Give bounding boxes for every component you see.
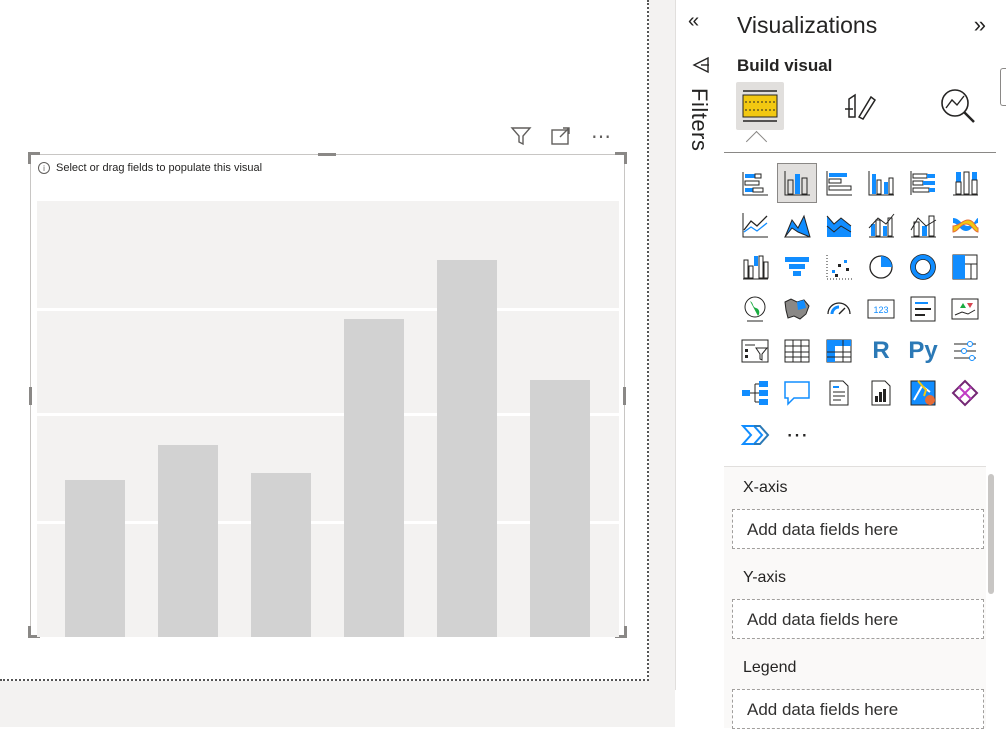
slicer-icon[interactable] [736,332,774,370]
table-icon[interactable] [778,332,816,370]
resize-handle-bl-v[interactable] [28,626,31,638]
card-label: 123 [873,305,888,315]
placeholder-bar [251,473,311,637]
field-wells: X-axis Add data fields here Y-axis Add d… [724,466,986,729]
filters-label: Filters [687,88,712,152]
azure-map-icon[interactable] [904,374,942,412]
filter-icon [692,56,710,79]
placeholder-bar [344,319,404,637]
placeholder-bar [158,445,218,637]
visualizations-title: Visualizations [737,12,878,38]
report-canvas-area: ⋯ i Select or drag fields to populate th… [0,0,675,727]
legend-label: Legend [743,659,797,676]
resize-handle-left[interactable] [29,387,32,405]
tab-pointer [745,130,768,153]
more-options-icon[interactable]: ⋯ [588,124,614,148]
resize-handle-br-v[interactable] [624,626,627,638]
matrix-icon[interactable] [820,332,858,370]
build-visual-label: Build visual [737,56,833,75]
paginated-report-icon[interactable] [862,374,900,412]
resize-handle-top[interactable] [318,153,336,156]
y-axis-label: Y-axis [743,569,786,586]
visual-types-grid: 123 R Py ⋯ [736,163,994,458]
pie-chart-icon[interactable] [862,248,900,286]
build-visual-icon [742,90,778,122]
kpi-icon[interactable] [946,290,984,328]
power-apps-icon[interactable] [946,374,984,412]
placeholder-visual[interactable]: i Select or drag fields to populate this… [28,152,627,638]
placeholder-bar [437,260,497,637]
legend-drop-zone[interactable]: Add data fields here [732,689,984,729]
wells-scroll-thumb[interactable] [988,474,994,594]
scatter-chart-icon[interactable] [820,248,858,286]
gridline [37,308,619,311]
visual-tab-row [724,82,996,153]
resize-handle-tr-v[interactable] [624,152,627,164]
stacked-bar-chart-icon[interactable] [736,164,774,202]
line-clustered-column-icon[interactable] [862,206,900,244]
funnel-icon[interactable] [778,248,816,286]
format-visual-tab[interactable] [836,82,884,130]
python-visual-icon[interactable]: Py [904,332,942,370]
treemap-icon[interactable] [946,248,984,286]
decomposition-tree-icon[interactable] [736,374,774,412]
x-axis-drop-zone[interactable]: Add data fields here [732,509,984,549]
resize-handle-tl-v[interactable] [28,152,31,164]
stacked-area-chart-icon[interactable] [820,206,858,244]
placeholder-chart [37,201,619,637]
y-axis-drop-zone[interactable]: Add data fields here [732,599,984,639]
filter-icon[interactable] [508,124,534,148]
filled-map-icon[interactable] [778,290,816,328]
collapse-visualizations-icon[interactable]: » [974,12,986,38]
visual-message: i Select or drag fields to populate this… [38,162,262,174]
card-icon[interactable]: 123 [862,290,900,328]
power-automate-icon[interactable] [736,416,774,454]
format-visual-icon [845,93,877,120]
placeholder-bar [530,380,590,637]
multi-row-card-icon[interactable] [904,290,942,328]
clustered-bar-chart-icon[interactable] [820,164,858,202]
line-stacked-column-icon[interactable] [904,206,942,244]
wells-scrollbar[interactable] [986,466,996,727]
fields-pane-tab[interactable] [1000,68,1006,106]
100-stacked-column-chart-icon[interactable] [946,164,984,202]
focus-mode-icon[interactable] [548,124,574,148]
visual-message-text: Select or drag fields to populate this v… [56,162,263,174]
more-visuals-icon[interactable]: ⋯ [778,416,816,454]
clustered-column-chart-icon[interactable] [862,164,900,202]
donut-chart-icon[interactable] [904,248,942,286]
qna-icon[interactable] [778,374,816,412]
r-visual-icon[interactable]: R [862,332,900,370]
smart-narrative-icon[interactable] [820,374,858,412]
line-chart-icon[interactable] [736,206,774,244]
r-visual-label: R [872,337,890,364]
gauge-icon[interactable] [820,290,858,328]
stacked-column-chart-icon[interactable] [777,163,817,203]
resize-handle-right[interactable] [623,387,626,405]
ribbon-chart-icon[interactable] [946,206,984,244]
analytics-tab[interactable] [934,82,982,130]
map-icon[interactable] [736,290,774,328]
analytics-icon [941,89,975,123]
python-visual-label: Py [908,337,938,364]
visualizations-pane: Visualizations » Build visual 123 R Py ⋯… [724,0,1006,729]
filters-pane-collapsed[interactable]: « Filters [675,0,725,690]
waterfall-chart-icon[interactable] [736,248,774,286]
more-visuals-glyph: ⋯ [786,422,808,447]
expand-filters-icon[interactable]: « [688,10,699,33]
area-chart-icon[interactable] [778,206,816,244]
key-influencers-icon[interactable] [946,332,984,370]
placeholder-bar [65,480,125,637]
100-stacked-bar-chart-icon[interactable] [904,164,942,202]
build-visual-tab[interactable] [736,82,784,130]
info-icon: i [38,162,50,174]
visual-header: ⋯ [508,124,614,148]
x-axis-label: X-axis [743,479,788,496]
